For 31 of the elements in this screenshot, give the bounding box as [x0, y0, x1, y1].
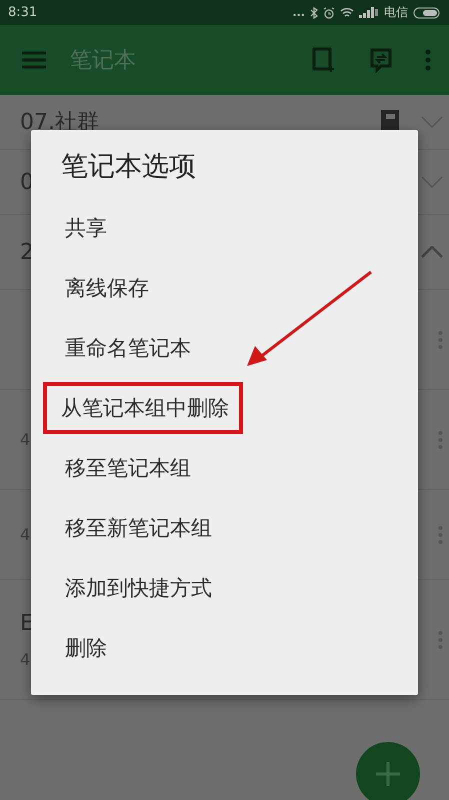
wifi-icon	[340, 7, 354, 18]
menu-item[interactable]: 添加到快捷方式	[43, 558, 234, 618]
carrier-name: 电信	[384, 4, 408, 21]
chevron-down-icon[interactable]	[421, 116, 443, 128]
app-title: 笔记本	[70, 47, 137, 75]
bluetooth-icon	[310, 6, 318, 18]
notification-dots: ...	[292, 6, 305, 19]
signal-icon	[359, 7, 379, 18]
more-icon[interactable]	[438, 630, 443, 650]
more-icon[interactable]	[438, 330, 443, 350]
sync-icon[interactable]	[369, 47, 393, 73]
more-icon[interactable]	[425, 49, 431, 71]
menu-icon[interactable]	[22, 51, 46, 69]
new-notebook-icon[interactable]	[311, 47, 337, 73]
dialog-title: 笔记本选项	[60, 150, 197, 184]
more-icon[interactable]	[438, 430, 443, 450]
menu-item[interactable]: 删除	[43, 618, 129, 678]
menu-item[interactable]: 共享	[43, 198, 129, 258]
menu-item[interactable]: 重命名笔记本	[43, 318, 213, 378]
battery-icon	[413, 6, 441, 18]
chevron-up-icon[interactable]	[421, 246, 443, 258]
menu-item[interactable]: 从笔记本组中删除	[43, 382, 243, 434]
clock-time: 8:31	[8, 5, 38, 20]
add-button[interactable]	[356, 742, 420, 800]
more-icon[interactable]	[438, 524, 443, 544]
menu-item[interactable]: 移至新笔记本组	[43, 498, 234, 558]
alarm-icon	[323, 6, 335, 18]
chevron-down-icon[interactable]	[421, 176, 443, 188]
plus-icon	[376, 762, 400, 786]
menu-item[interactable]: 离线保存	[43, 258, 171, 318]
menu-item[interactable]: 移至笔记本组	[43, 438, 213, 498]
